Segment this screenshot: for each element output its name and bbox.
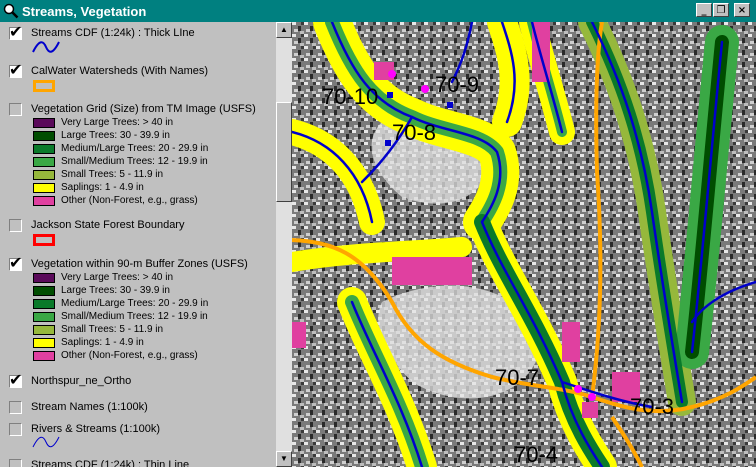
close-icon: ×	[737, 5, 747, 16]
watershed-label: 70-9	[435, 72, 480, 97]
minimize-icon: _	[701, 5, 707, 16]
legend-swatch	[33, 131, 55, 141]
legend-swatch	[33, 299, 55, 309]
layer-checkbox[interactable]	[9, 401, 22, 414]
watershed-label: 70-3	[630, 394, 675, 419]
legend-swatch	[33, 144, 55, 154]
legend-class-label: Large Trees: 30 - 39.9 in	[61, 285, 170, 296]
watershed-label: 70-4	[514, 442, 559, 467]
scroll-down-button[interactable]: ▼	[276, 451, 292, 467]
legend-swatch	[33, 170, 55, 180]
layer-checkbox[interactable]	[9, 459, 22, 467]
close-button[interactable]: ×	[734, 3, 750, 17]
legend-swatch	[33, 338, 55, 348]
legend-class-label: Small/Medium Trees: 12 - 19.9 in	[61, 156, 208, 167]
scroll-up-button[interactable]: ▲	[276, 22, 292, 38]
legend-class-label: Small Trees: 5 - 11.9 in	[61, 169, 164, 180]
layer-label: Streams CDF (1:24k) : Thin Line	[31, 459, 190, 467]
legend-swatch	[33, 157, 55, 167]
legend-swatch	[33, 196, 55, 206]
legend-class-label: Small/Medium Trees: 12 - 19.9 in	[61, 311, 208, 322]
layer-checkbox[interactable]	[9, 103, 22, 116]
legend-class-label: Large Trees: 30 - 39.9 in	[61, 130, 170, 141]
legend-class-label: Saplings: 1 - 4.9 in	[61, 182, 144, 193]
restore-button[interactable]: ❐	[713, 3, 729, 17]
legend-swatch	[33, 118, 55, 128]
legend-swatch	[33, 183, 55, 193]
arrow-up-icon: ▲	[280, 25, 288, 34]
stream-line-symbol	[32, 41, 60, 53]
legend-class-label: Saplings: 1 - 4.9 in	[61, 337, 144, 348]
layer-checkbox[interactable]	[9, 219, 22, 232]
legend-swatch	[33, 351, 55, 361]
layer-label: CalWater Watersheds (With Names)	[31, 65, 209, 77]
legend-class-label: Medium/Large Trees: 20 - 29.9 in	[61, 298, 209, 309]
title-bar: Streams, Vegetation _ ❐ ×	[0, 0, 756, 22]
map-view[interactable]: 70-10 70-9 70-8 70-7 70-3 70-4	[292, 22, 756, 467]
restore-icon: ❐	[716, 5, 726, 16]
layer-label: Vegetation Grid (Size) from TM Image (US…	[31, 103, 256, 115]
layer-checkbox[interactable]: ✔	[9, 60, 22, 79]
watershed-label: 70-8	[392, 120, 437, 145]
legend-swatch	[33, 286, 55, 296]
window-title: Streams, Vegetation	[22, 4, 147, 19]
legend-panel: ✔ Streams CDF (1:24k) : Thick LIne ✔ Cal…	[0, 22, 276, 467]
layer-checkbox[interactable]: ✔	[9, 370, 22, 389]
layer-label: Streams CDF (1:24k) : Thick LIne	[31, 27, 195, 39]
river-line-symbol	[32, 436, 60, 448]
layer-label: Jackson State Forest Boundary	[31, 219, 185, 231]
legend-class-label: Very Large Trees: > 40 in	[61, 117, 174, 128]
legend-class-label: Small Trees: 5 - 11.9 in	[61, 324, 164, 335]
layer-checkbox[interactable]	[9, 423, 22, 436]
layer-label: Rivers & Streams (1:100k)	[31, 423, 160, 435]
watershed-label: 70-10	[322, 84, 379, 109]
legend-class-label: Other (Non-Forest, e.g., grass)	[61, 195, 198, 206]
legend-class-label: Medium/Large Trees: 20 - 29.9 in	[61, 143, 209, 154]
legend-swatch	[33, 312, 55, 322]
boundary-symbol	[33, 234, 55, 246]
layer-checkbox[interactable]: ✔	[9, 253, 22, 272]
layer-label: Stream Names (1:100k)	[31, 401, 148, 413]
layer-label: Northspur_ne_Ortho	[31, 375, 132, 387]
layer-checkbox[interactable]: ✔	[9, 22, 22, 41]
watershed-label: 70-7	[495, 365, 540, 390]
watershed-symbol	[33, 80, 55, 92]
magnifier-icon	[3, 3, 19, 19]
scroll-thumb[interactable]	[276, 102, 292, 202]
legend-swatch	[33, 325, 55, 335]
minimize-button[interactable]: _	[696, 3, 712, 17]
legend-class-label: Very Large Trees: > 40 in	[61, 272, 174, 283]
layer-label: Vegetation within 90-m Buffer Zones (USF…	[31, 258, 248, 270]
legend-swatch	[33, 273, 55, 283]
legend-class-label: Other (Non-Forest, e.g., grass)	[61, 350, 198, 361]
legend-scrollbar[interactable]: ▲ ▼	[276, 22, 292, 467]
arrow-down-icon: ▼	[280, 454, 288, 463]
